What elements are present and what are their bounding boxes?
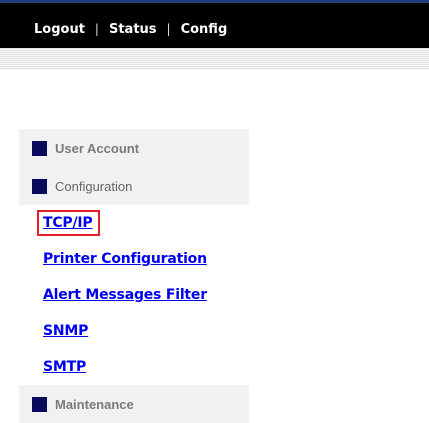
sidebar-item-snmp: SNMP <box>19 313 249 349</box>
tcp-ip-link[interactable]: TCP/IP <box>37 210 101 236</box>
snmp-link[interactable]: SNMP <box>43 323 88 339</box>
sidebar-item-printer-configuration: Printer Configuration <box>19 241 249 277</box>
sidebar-item-alert-messages-filter: Alert Messages Filter <box>19 277 249 313</box>
nav-status-link[interactable]: Status <box>109 22 157 37</box>
sidebar-item-tcp-ip: TCP/IP <box>19 205 249 241</box>
sidebar-section-label: Maintenance <box>55 396 134 412</box>
sidebar-section-label: Configuration <box>55 178 133 194</box>
nav-separator: | <box>94 22 99 36</box>
sidebar-section-label: User Account <box>55 140 140 156</box>
header-accent-line <box>0 0 429 3</box>
nav-separator: | <box>166 22 171 36</box>
alert-messages-filter-link[interactable]: Alert Messages Filter <box>43 287 207 303</box>
sidebar-section-configuration[interactable]: Configuration <box>19 167 249 205</box>
sidebar-item-smtp: SMTP <box>19 349 249 385</box>
square-bullet-icon <box>32 178 47 194</box>
sidebar-section-user-account[interactable]: User Account <box>19 129 249 167</box>
printer-configuration-link[interactable]: Printer Configuration <box>43 251 207 267</box>
sidebar-menu: User Account Configuration TCP/IP Printe… <box>19 129 249 423</box>
nav-config-link[interactable]: Config <box>181 22 228 37</box>
nav-logout-link[interactable]: Logout <box>34 22 85 37</box>
square-bullet-icon <box>32 396 47 412</box>
sidebar-section-maintenance[interactable]: Maintenance <box>19 385 249 423</box>
top-navigation: Logout | Status | Config <box>34 20 227 38</box>
header-stripe-band <box>0 48 429 70</box>
top-header-bar: Logout | Status | Config <box>0 0 429 48</box>
square-bullet-icon <box>32 140 47 156</box>
smtp-link[interactable]: SMTP <box>43 359 86 375</box>
